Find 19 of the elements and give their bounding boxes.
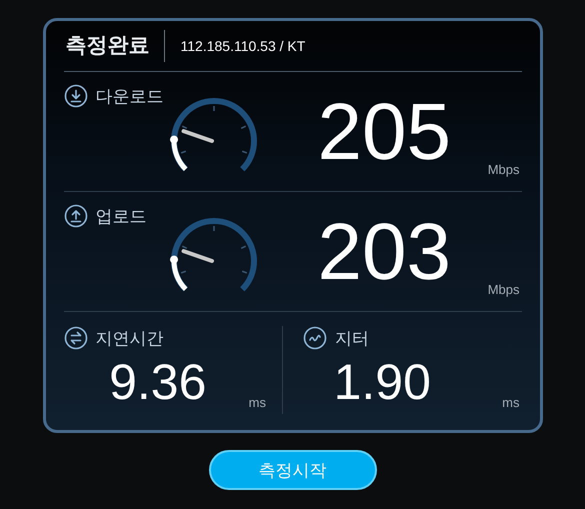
metric-label: 지연시간 — [96, 328, 164, 350]
metric-label: 지터 — [335, 328, 369, 350]
unit-label: Mbps — [488, 282, 520, 297]
upload-icon — [64, 204, 88, 228]
speed-value: 203 — [318, 212, 451, 292]
metric-label: 업로드 — [96, 206, 146, 228]
metric-value: 1.90 — [334, 354, 431, 410]
start-button[interactable]: 측정시작 — [208, 450, 376, 490]
download-icon — [64, 84, 88, 108]
unit-label: Mbps — [488, 162, 520, 177]
metric-value: 9.36 — [109, 354, 206, 410]
unit-label: ms — [248, 395, 266, 410]
unit-label: ms — [502, 395, 520, 410]
wave-icon — [303, 326, 327, 350]
status-title: 측정완료 — [64, 30, 164, 62]
speed-value: 205 — [318, 92, 451, 172]
server-info: 112.185.110.53 / KT — [180, 38, 306, 54]
swap-arrows-icon — [64, 326, 88, 350]
metric-label: 다운로드 — [96, 86, 164, 108]
